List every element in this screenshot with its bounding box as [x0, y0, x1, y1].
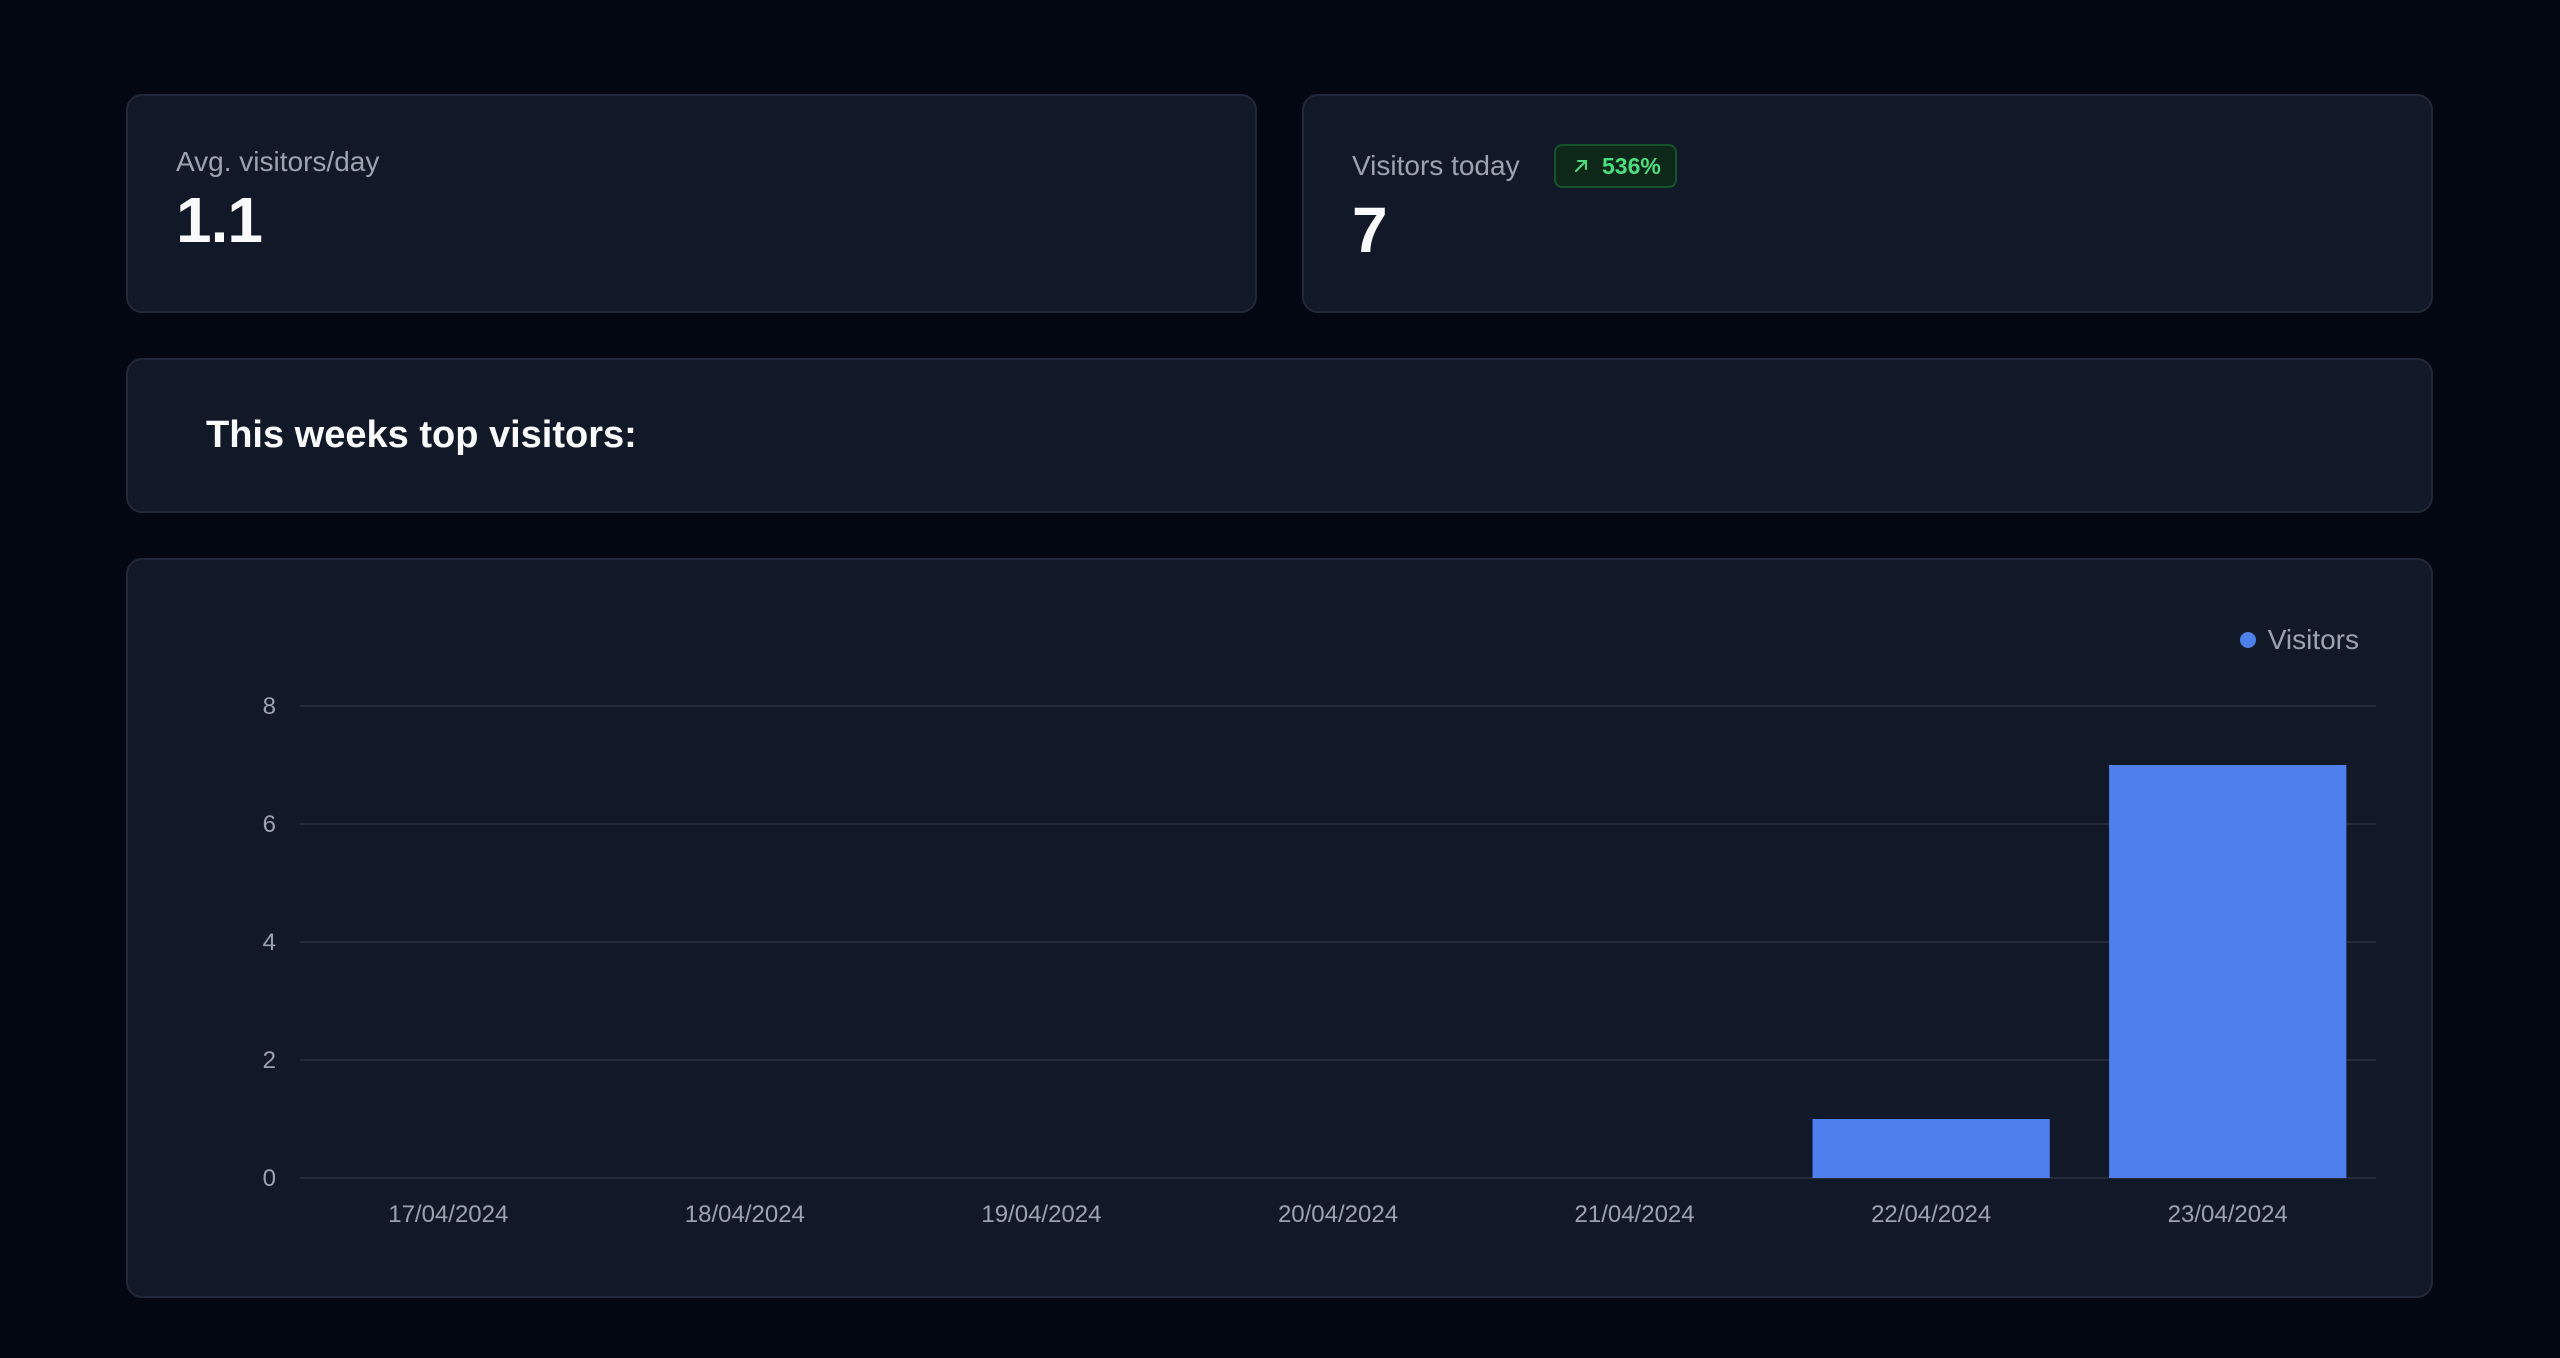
- y-tick-label: 8: [263, 693, 276, 720]
- avg-visitors-card: Avg. visitors/day 1.1: [126, 94, 1257, 313]
- top-visitors-card: This weeks top visitors:: [126, 358, 2433, 513]
- y-tick-label: 6: [263, 811, 276, 838]
- x-tick-label: 23/04/2024: [2168, 1201, 2288, 1228]
- avg-visitors-value: 1.1: [176, 184, 263, 256]
- y-axis-ticks: 0 2 4 6 8: [263, 693, 276, 1192]
- visitors-bar-chart: 0 2 4 6 8 17/04/2024 18/04/2024 19/04/2024 20/0…: [263, 693, 2376, 1228]
- bar-23/04/2024[interactable]: [2109, 765, 2347, 1178]
- visitors-today-label: Visitors today: [1352, 150, 1520, 181]
- arrow-up-right-icon: [1572, 157, 1590, 175]
- chart-grid: [300, 705, 2376, 1179]
- y-tick-label: 0: [263, 1165, 276, 1192]
- bar-22/04/2024[interactable]: [1812, 1119, 2050, 1178]
- visitors-today-value: 7: [1352, 194, 1388, 266]
- visitors-chart-card: Visitors 02468 17/04/2024 18/04/2024 19/04…: [126, 558, 2433, 1298]
- y-tick-label: 4: [263, 929, 276, 956]
- top-visitors-title: This weeks top visitors:: [206, 414, 637, 456]
- visitors-today-card: Visitors today 536% 7: [1302, 94, 2433, 313]
- change-badge: 536%: [1554, 144, 1677, 188]
- y-tick-label: 2: [263, 1047, 276, 1074]
- avg-visitors-label: Avg. visitors/day: [176, 146, 380, 177]
- x-tick-label: 20/04/2024: [1278, 1201, 1398, 1228]
- x-tick-label: 17/04/2024: [388, 1201, 508, 1228]
- x-tick-label: 22/04/2024: [1871, 1201, 1991, 1228]
- x-axis-ticks: 17/04/2024 18/04/2024 19/04/2024 20/04/2024…: [388, 1201, 2288, 1228]
- x-tick-label: 18/04/2024: [685, 1201, 805, 1228]
- chart-bars: [1812, 765, 2347, 1178]
- x-tick-label: 19/04/2024: [981, 1201, 1101, 1228]
- change-badge-value: 536%: [1602, 152, 1661, 179]
- x-tick-label: 21/04/2024: [1575, 1201, 1695, 1228]
